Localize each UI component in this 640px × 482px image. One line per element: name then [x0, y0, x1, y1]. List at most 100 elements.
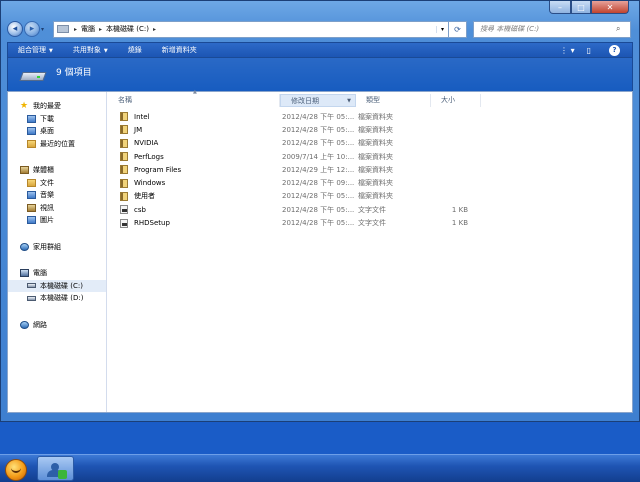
- close-button[interactable]: ✕: [591, 1, 629, 14]
- file-row[interactable]: RHDSetup 2012/4/28 下午 05:... 文字文件 1 KB: [108, 216, 632, 229]
- maximize-button[interactable]: □: [571, 1, 591, 14]
- nav-label: 桌面: [40, 127, 54, 136]
- chevron-right-icon[interactable]: ▸: [99, 26, 102, 33]
- file-date: 2012/4/29 上午 12:...: [282, 165, 355, 174]
- file-row[interactable]: JM 2012/4/28 下午 05:... 檔案資料夾: [108, 123, 632, 136]
- file-row[interactable]: NVIDIA 2012/4/28 下午 05:... 檔案資料夾: [108, 137, 632, 150]
- chevron-right-icon[interactable]: ▸: [153, 26, 156, 33]
- file-date: 2012/4/28 下午 05:...: [282, 205, 355, 214]
- file-name: PerfLogs: [134, 152, 164, 161]
- recent-pages-dropdown[interactable]: ▾: [41, 26, 49, 33]
- nav-label: 文件: [40, 178, 54, 187]
- nav-desktop[interactable]: 桌面: [8, 125, 106, 138]
- taskbar: [0, 454, 640, 482]
- download-icon: [27, 114, 36, 123]
- file-name: csb: [134, 205, 146, 214]
- file-type: 檔案資料夾: [358, 165, 393, 174]
- file-row[interactable]: Program Files 2012/4/29 上午 12:... 檔案資料夾: [108, 163, 632, 176]
- folder-icon: [120, 152, 128, 162]
- file-date: 2009/7/14 上午 10:...: [282, 152, 355, 161]
- column-header-size[interactable]: 大小: [431, 94, 481, 107]
- nav-network[interactable]: 網路: [8, 319, 106, 332]
- recent-places-icon: [27, 139, 36, 148]
- nav-homegroup[interactable]: 家用群組: [8, 241, 106, 254]
- file-name-cell[interactable]: csb: [108, 205, 280, 215]
- file-date: 2012/4/28 下午 09:...: [282, 179, 355, 188]
- file-row[interactable]: 使用者 2012/4/28 下午 05:... 檔案資料夾: [108, 190, 632, 203]
- file-type: 檔案資料夾: [358, 192, 393, 201]
- breadcrumb-computer[interactable]: 電腦: [81, 24, 95, 34]
- column-header-name[interactable]: 名稱: [108, 94, 280, 107]
- column-header-type[interactable]: 類型: [356, 94, 431, 107]
- folder-icon: [120, 165, 128, 175]
- nav-music[interactable]: 音樂: [8, 189, 106, 202]
- nav-computer[interactable]: 電腦: [8, 267, 106, 280]
- file-name-cell[interactable]: Windows: [108, 178, 280, 188]
- client-area: ★ 我的最愛 下載 桌面 最近的位置 媒體櫃 文件 音樂 視訊 圖片 家用群組 電…: [7, 89, 633, 413]
- file-type: 檔案資料夾: [358, 139, 393, 148]
- nav-drive-d[interactable]: 本機磁碟 (D:): [8, 292, 106, 305]
- file-row[interactable]: csb 2012/4/28 下午 05:... 文字文件 1 KB: [108, 203, 632, 216]
- nav-pictures[interactable]: 圖片: [8, 214, 106, 227]
- burn-button[interactable]: 燒錄: [128, 45, 142, 55]
- nav-label: 家用群組: [33, 242, 61, 251]
- file-size: 1 KB: [451, 219, 468, 228]
- file-row[interactable]: Intel 2012/4/28 下午 05:... 檔案資料夾: [108, 110, 632, 123]
- file-name: 使用者: [134, 192, 155, 201]
- file-name: JM: [134, 125, 143, 134]
- network-icon: [20, 320, 29, 329]
- file-name-cell[interactable]: NVIDIA: [108, 138, 280, 148]
- search-input[interactable]: 搜尋 本機磁碟 (C:) ⌕: [473, 20, 631, 38]
- file-type: 文字文件: [358, 219, 386, 228]
- change-view-icon[interactable]: ⋮ ▾: [560, 46, 575, 55]
- forward-button[interactable]: ▸: [24, 21, 40, 37]
- hard-drive-icon: [27, 283, 36, 289]
- taskbar-app-button[interactable]: [37, 456, 74, 481]
- text-file-icon: [120, 218, 128, 228]
- nav-videos[interactable]: 視訊: [8, 202, 106, 215]
- video-icon: [27, 203, 36, 212]
- organize-button[interactable]: 組合管理 ▼: [18, 45, 53, 55]
- file-name-cell[interactable]: PerfLogs: [108, 152, 280, 162]
- item-count: 9 個項目: [56, 68, 92, 78]
- nav-libraries[interactable]: 媒體櫃: [8, 164, 106, 177]
- file-name-cell[interactable]: 使用者: [108, 191, 280, 201]
- file-name: Windows: [134, 179, 166, 188]
- help-icon[interactable]: ?: [609, 44, 620, 56]
- address-dropdown-icon[interactable]: ▾: [436, 25, 448, 33]
- chevron-down-icon[interactable]: ▼: [347, 95, 351, 107]
- nav-downloads[interactable]: 下載: [8, 113, 106, 126]
- new-folder-button[interactable]: 新增資料夾: [162, 45, 197, 55]
- breadcrumb-drive-c[interactable]: 本機磁碟 (C:): [106, 24, 149, 34]
- file-rows: Intel 2012/4/28 下午 05:... 檔案資料夾 JM 2012/4/28…: [108, 110, 632, 230]
- preview-pane-icon[interactable]: ▯: [587, 46, 591, 55]
- nav-label: 本機磁碟 (C:): [40, 281, 83, 290]
- text-file-icon: [120, 205, 128, 215]
- search-icon[interactable]: ⌕: [616, 24, 630, 34]
- file-name: Program Files: [134, 165, 182, 174]
- minimize-button[interactable]: –: [549, 1, 571, 14]
- file-row[interactable]: Windows 2012/4/28 下午 09:... 檔案資料夾: [108, 176, 632, 189]
- file-name-cell[interactable]: Program Files: [108, 165, 280, 175]
- file-name-cell[interactable]: JM: [108, 125, 280, 135]
- file-row[interactable]: PerfLogs 2009/7/14 上午 10:... 檔案資料夾: [108, 150, 632, 163]
- address-bar[interactable]: ▸ 電腦 ▸ 本機磁碟 (C:) ▸ ▾: [53, 20, 449, 38]
- search-placeholder: 搜尋 本機磁碟 (C:): [480, 25, 540, 33]
- nav-favorites[interactable]: ★ 我的最愛: [8, 100, 106, 113]
- documents-icon: [27, 178, 36, 187]
- nav-drive-c[interactable]: 本機磁碟 (C:): [8, 279, 106, 292]
- nav-label: 下載: [40, 114, 54, 123]
- chevron-right-icon[interactable]: ▸: [74, 26, 77, 33]
- back-button[interactable]: ◂: [7, 21, 23, 37]
- file-name-cell[interactable]: RHDSetup: [108, 218, 280, 228]
- folder-icon: [120, 138, 128, 148]
- refresh-button[interactable]: ⟳: [449, 20, 467, 38]
- start-button[interactable]: [5, 459, 27, 481]
- address-row: ◂ ▸ ▾ ▸ 電腦 ▸ 本機磁碟 (C:) ▸ ▾ ⟳ 搜尋 本機磁碟 (C:…: [7, 19, 631, 39]
- share-button[interactable]: 共用對象 ▼: [73, 45, 108, 55]
- nav-recent-places[interactable]: 最近的位置: [8, 138, 106, 151]
- nav-label: 網路: [33, 320, 47, 329]
- file-name-cell[interactable]: Intel: [108, 112, 280, 122]
- column-header-date[interactable]: 修改日期 ▼: [280, 94, 356, 107]
- nav-documents[interactable]: 文件: [8, 177, 106, 190]
